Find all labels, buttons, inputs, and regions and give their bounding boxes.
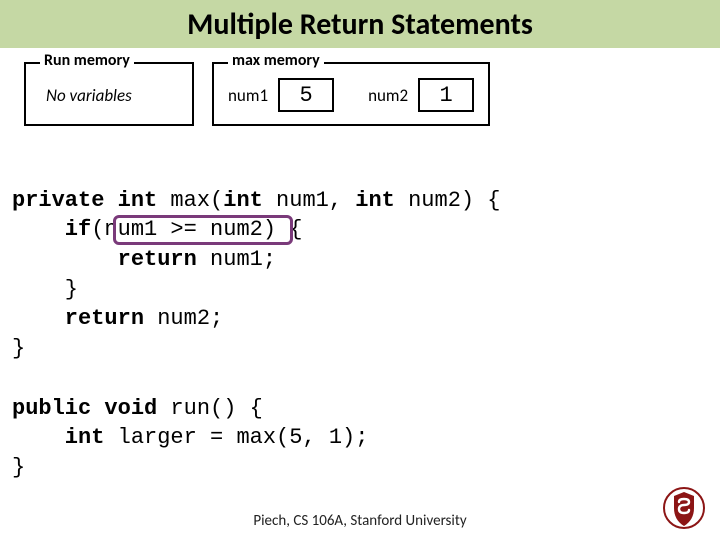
footer-text: Piech, CS 106A, Stanford University	[0, 512, 720, 530]
code-l5: return num2;	[12, 306, 223, 331]
max-memory-box: max memory num1 5 num2 1	[212, 62, 490, 126]
var-name-num2: num2	[368, 85, 408, 106]
code-l6: }	[12, 336, 25, 361]
stanford-logo-icon	[662, 486, 706, 530]
run-memory-box: Run memory No variables	[24, 62, 194, 126]
run-memory-label: Run memory	[40, 51, 134, 70]
var-value-num2: 1	[418, 78, 474, 112]
code-l1: private int max(int num1, int num2) {	[12, 188, 501, 213]
var-value-num1: 5	[278, 78, 334, 112]
var-name-num1: num1	[228, 85, 268, 106]
max-memory-label: max memory	[228, 51, 324, 70]
code-l7: public void run() {	[12, 396, 263, 421]
code-l4: }	[12, 277, 78, 302]
title-bar: Multiple Return Statements	[0, 0, 720, 48]
memory-row: Run memory No variables max memory num1 …	[0, 48, 720, 126]
page-title: Multiple Return Statements	[187, 6, 533, 43]
highlight-return-num1	[113, 215, 293, 245]
code-l9: }	[12, 455, 25, 480]
code-block: private int max(int num1, int num2) { if…	[0, 126, 720, 512]
code-l8: int larger = max(5, 1);	[12, 425, 368, 450]
run-memory-content: No variables	[40, 79, 138, 112]
code-l3: return num1;	[12, 247, 276, 272]
